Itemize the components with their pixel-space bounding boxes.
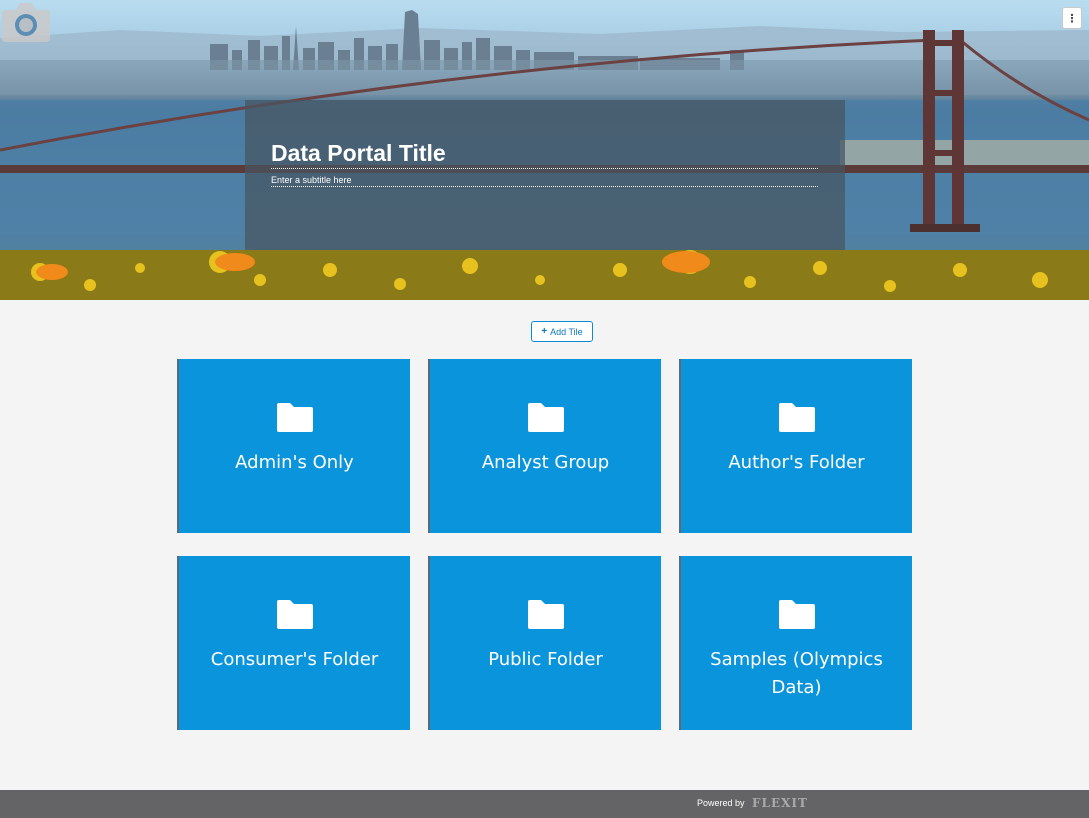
folder-icon xyxy=(528,403,564,432)
tile-label: Public Folder xyxy=(488,649,603,670)
folder-icon xyxy=(528,600,564,629)
tile-label: Admin's Only xyxy=(235,452,354,473)
kebab-menu-button[interactable]: ⋮ xyxy=(1062,7,1082,29)
tile-label: Analyst Group xyxy=(481,452,610,473)
tile-label: Samples (Olympics Data) xyxy=(710,649,883,698)
kebab-menu-icon: ⋮ xyxy=(1066,11,1078,25)
tile-consumers-folder[interactable]: Consumer's Folder xyxy=(177,556,410,730)
camera-icon[interactable] xyxy=(0,0,52,44)
portal-title[interactable]: Data Portal Title xyxy=(271,140,818,169)
tile-authors-folder[interactable]: Author's Folder xyxy=(679,359,912,533)
tile-samples-olympics-data[interactable]: Samples (Olympics Data) xyxy=(679,556,912,730)
folder-icon xyxy=(779,600,815,629)
title-panel: Data Portal Title Enter a subtitle here xyxy=(245,100,845,250)
footer: Powered by FLEXIT xyxy=(0,790,1089,818)
powered-by-text: Powered by xyxy=(697,798,745,808)
tile-label: Consumer's Folder xyxy=(210,649,379,670)
tile-public-folder[interactable]: Public Folder xyxy=(428,556,661,730)
tile-label: Author's Folder xyxy=(728,452,865,473)
folder-icon xyxy=(779,403,815,432)
add-tile-label: Add Tile xyxy=(550,326,583,337)
plus-icon: + xyxy=(541,326,548,337)
tile-analyst-group[interactable]: Analyst Group xyxy=(428,359,661,533)
tile-admins-only[interactable]: Admin's Only xyxy=(177,359,410,533)
hero-banner: ⋮ Data Portal Title Enter a subtitle her… xyxy=(0,0,1089,300)
portal-subtitle[interactable]: Enter a subtitle here xyxy=(271,175,818,187)
folder-icon xyxy=(277,403,313,432)
folder-icon xyxy=(277,600,313,629)
add-tile-button[interactable]: + Add Tile xyxy=(531,321,593,342)
flexit-logo: FLEXIT xyxy=(752,796,808,810)
